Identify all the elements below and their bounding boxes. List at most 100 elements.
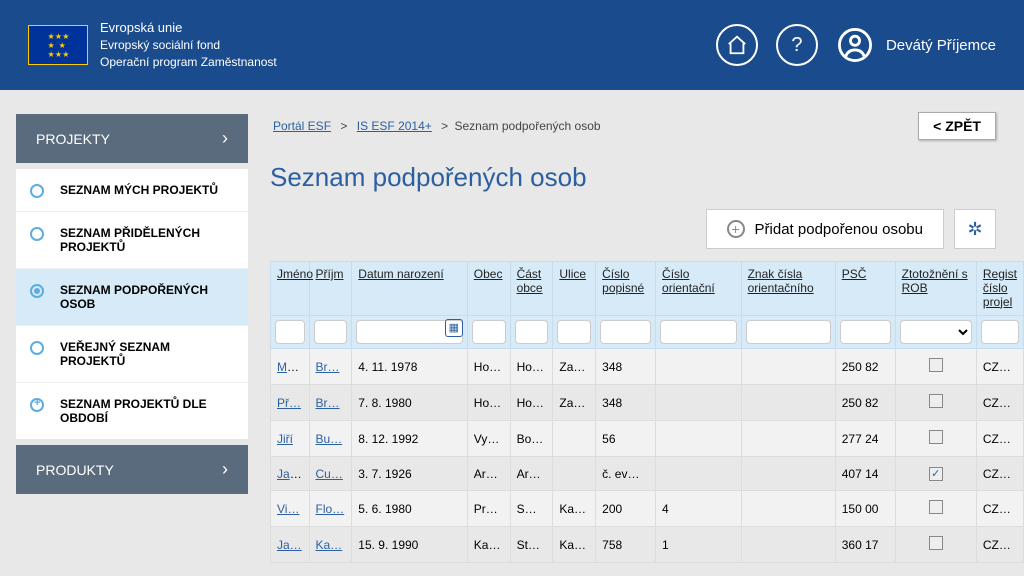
sidebar-item-supported-persons[interactable]: SEZNAM PODPOŘENÝCH OSOB: [16, 268, 248, 325]
cell-datum: 15. 9. 1990: [352, 527, 468, 563]
filter-jmeno[interactable]: [275, 320, 305, 344]
col-header-cislo-orientacni[interactable]: Číslo orientační: [656, 262, 742, 316]
table-row: Př…Br…7. 8. 1980Ho…Ho…Za…348250 82CZ…: [271, 385, 1024, 421]
cell-psc: 277 24: [835, 421, 895, 457]
sidebar-item-label: SEZNAM PROJEKTŮ DLE OBDOBÍ: [60, 397, 207, 425]
filter-cori[interactable]: [660, 320, 737, 344]
col-header-reg-cislo[interactable]: Regist číslo projel: [976, 262, 1023, 316]
app-header: ★ ★ ★★ ★★ ★ ★ Evropská unie Evropský soc…: [0, 0, 1024, 90]
cell-reg: CZ…: [976, 385, 1023, 421]
filter-znak[interactable]: [746, 320, 831, 344]
person-link[interactable]: Jiří: [277, 432, 293, 446]
col-header-prijmeni[interactable]: Příjm: [309, 262, 352, 316]
cell-cori: [656, 349, 742, 385]
cell-ulice: [553, 457, 596, 491]
user-menu-button[interactable]: [836, 24, 874, 66]
filter-reg[interactable]: [981, 320, 1019, 344]
filter-cast[interactable]: [515, 320, 549, 344]
settings-button[interactable]: ✲: [954, 209, 996, 249]
cell-cast: Ar…: [510, 457, 553, 491]
col-header-znak[interactable]: Znak čísla orientačního: [741, 262, 835, 316]
cell-cori: 1: [656, 527, 742, 563]
add-person-label: Přidat podpořenou osobu: [755, 221, 923, 238]
person-link[interactable]: Cu…: [316, 467, 343, 481]
checkbox-icon: [929, 430, 943, 444]
breadcrumb-separator: >: [340, 119, 347, 133]
cell-znak: [741, 349, 835, 385]
sidebar-section-produkty[interactable]: PRODUKTY ›: [16, 445, 248, 494]
person-link[interactable]: Vi…: [277, 502, 299, 516]
cell-reg: CZ…: [976, 491, 1023, 527]
filter-psc[interactable]: [840, 320, 891, 344]
col-header-ulice[interactable]: Ulice: [553, 262, 596, 316]
person-link[interactable]: Br…: [316, 360, 340, 374]
col-header-ztotozneni[interactable]: Ztotožnění s ROB: [895, 262, 976, 316]
sidebar-section-projekty[interactable]: PROJEKTY ›: [16, 114, 248, 163]
cell-cast: Sm…: [510, 491, 553, 527]
cell-cast: St…: [510, 527, 553, 563]
col-header-datum[interactable]: Datum narození: [352, 262, 468, 316]
cell-psc: 250 82: [835, 385, 895, 421]
sidebar-item-public-projects[interactable]: VEŘEJNÝ SEZNAM PROJEKTŮ: [16, 325, 248, 382]
breadcrumb-link-isesf[interactable]: IS ESF 2014+: [357, 119, 432, 133]
table-row: Ja…Ka…15. 9. 1990Ka…St…Ka…7581360 17CZ…: [271, 527, 1024, 563]
cell-datum: 5. 6. 1980: [352, 491, 468, 527]
breadcrumb: Portál ESF > IS ESF 2014+ > Seznam podpo…: [270, 119, 601, 133]
cell-ztot: [895, 421, 976, 457]
persons-table: Jméno Příjm Datum narození Obec Část obc…: [270, 261, 1024, 563]
cell-cast: Ho…: [510, 349, 553, 385]
breadcrumb-separator: >: [441, 119, 448, 133]
back-button[interactable]: < ZPĚT: [918, 112, 996, 140]
filter-ztot-select[interactable]: [900, 320, 972, 344]
cell-prijm: Flo…: [309, 491, 352, 527]
filter-prijmeni[interactable]: [314, 320, 348, 344]
cell-znak: [741, 385, 835, 421]
cell-znak: [741, 527, 835, 563]
cell-cori: [656, 457, 742, 491]
cell-cori: 4: [656, 491, 742, 527]
cell-reg: CZ…: [976, 527, 1023, 563]
cell-prijm: Br…: [309, 385, 352, 421]
person-link[interactable]: Flo…: [316, 502, 345, 516]
cell-obec: Pr…: [467, 491, 510, 527]
person-link[interactable]: Ka…: [316, 538, 343, 552]
cell-ztot: ✓: [895, 457, 976, 491]
person-link[interactable]: Jana: [277, 467, 303, 481]
main-content: Portál ESF > IS ESF 2014+ > Seznam podpo…: [248, 90, 1024, 576]
col-header-jmeno[interactable]: Jméno: [271, 262, 310, 316]
sidebar-item-label: SEZNAM PODPOŘENÝCH OSOB: [60, 283, 208, 311]
checkbox-icon: [929, 500, 943, 514]
col-header-psc[interactable]: PSČ: [835, 262, 895, 316]
filter-ulice[interactable]: [557, 320, 591, 344]
breadcrumb-link-portal[interactable]: Portál ESF: [273, 119, 331, 133]
person-link[interactable]: Br…: [316, 396, 340, 410]
table-row: Ma…Br…4. 11. 1978Ho…Ho…Za…348250 82CZ…: [271, 349, 1024, 385]
cell-ztot: [895, 491, 976, 527]
add-person-button[interactable]: + Přidat podpořenou osobu: [706, 209, 944, 249]
cell-ztot: [895, 385, 976, 421]
help-button[interactable]: ?: [776, 24, 818, 66]
checkbox-icon: ✓: [929, 467, 943, 481]
calendar-icon[interactable]: ▦: [445, 319, 463, 337]
cell-znak: [741, 457, 835, 491]
plus-icon: +: [727, 220, 745, 238]
person-link[interactable]: Př…: [277, 396, 301, 410]
col-header-cislo-popisne[interactable]: Číslo popisné: [596, 262, 656, 316]
filter-obec[interactable]: [472, 320, 506, 344]
sidebar-item-projects-by-period[interactable]: SEZNAM PROJEKTŮ DLE OBDOBÍ: [16, 382, 248, 439]
person-link[interactable]: Ja…: [277, 538, 302, 552]
person-link[interactable]: Bu…: [316, 432, 343, 446]
col-header-cast-obce[interactable]: Část obce: [510, 262, 553, 316]
person-link[interactable]: Ma…: [277, 360, 306, 374]
cell-ztot: [895, 349, 976, 385]
filter-cpop[interactable]: [600, 320, 651, 344]
cell-datum: 8. 12. 1992: [352, 421, 468, 457]
sidebar-item-assigned-projects[interactable]: SEZNAM PŘIDĚLENÝCH PROJEKTŮ: [16, 211, 248, 268]
sidebar-item-my-projects[interactable]: SEZNAM MÝCH PROJEKTŮ: [16, 169, 248, 211]
cell-jmeno: Jiří: [271, 421, 310, 457]
checkbox-icon: [929, 394, 943, 408]
org-line-1: Evropská unie: [100, 19, 716, 37]
col-header-obec[interactable]: Obec: [467, 262, 510, 316]
home-button[interactable]: [716, 24, 758, 66]
table-row: Vi…Flo…5. 6. 1980Pr…Sm…Ka…2004150 00CZ…: [271, 491, 1024, 527]
